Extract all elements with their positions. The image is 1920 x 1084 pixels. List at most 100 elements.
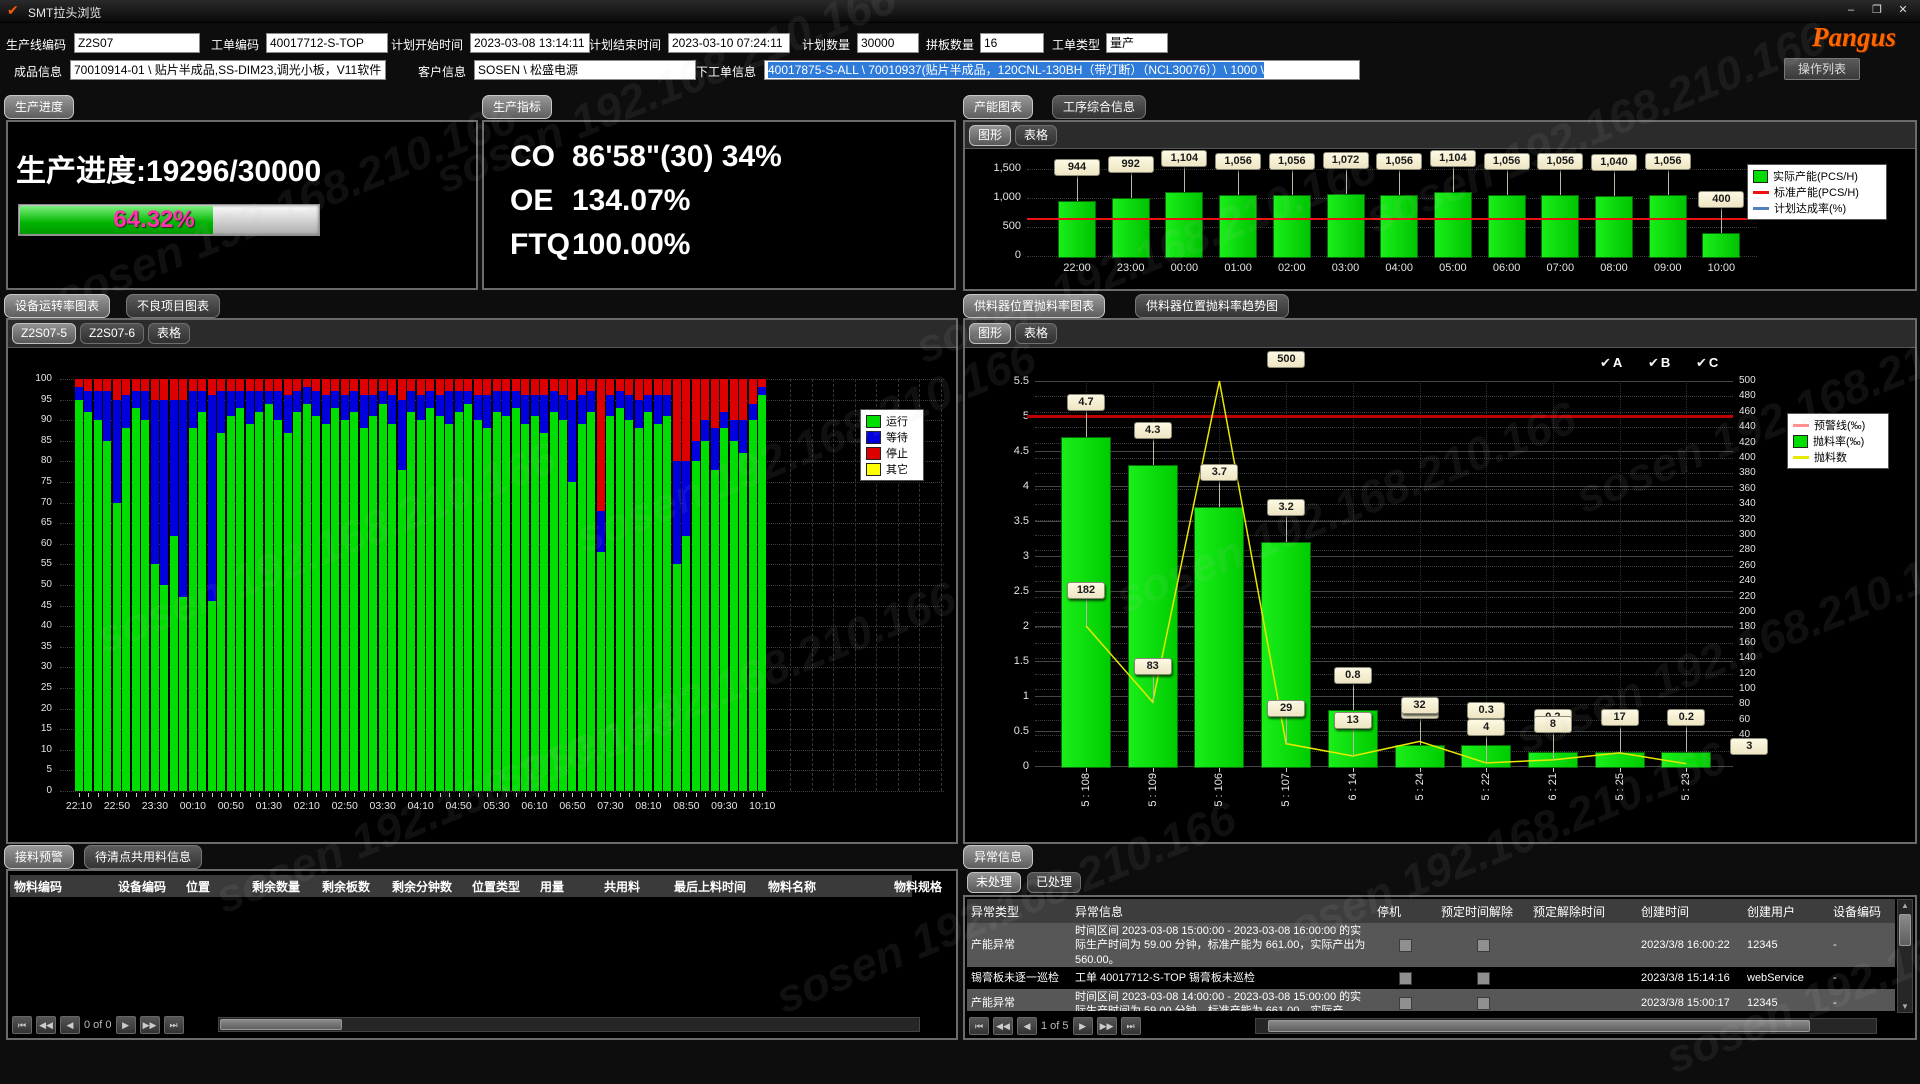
- abnormal-h-scrollbar[interactable]: [1255, 1018, 1877, 1034]
- abnormal-column-header[interactable]: 创建时间: [1637, 903, 1743, 920]
- subtab-capacity-table[interactable]: 表格: [1015, 125, 1057, 146]
- abnormal-table-row[interactable]: 锡膏板未逐一巡检工单 40017712-S-TOP 锡膏板未巡检2023/3/8…: [967, 967, 1895, 989]
- checkbox[interactable]: [1477, 972, 1490, 985]
- checkbox[interactable]: [1477, 997, 1490, 1010]
- tab-production-progress[interactable]: 生产进度: [4, 95, 74, 119]
- pager-next-icon[interactable]: ▶: [116, 1016, 136, 1034]
- scheduled-release-checkbox-cell[interactable]: [1437, 967, 1529, 989]
- stop-checkbox-cell[interactable]: [1373, 923, 1437, 967]
- stop-checkbox-cell[interactable]: [1373, 989, 1437, 1011]
- feeder-checkbox-b[interactable]: ✔B: [1648, 355, 1670, 371]
- subtab-line-z2s07-6[interactable]: Z2S07-6: [80, 323, 144, 344]
- pager-next2-icon[interactable]: ▶▶: [140, 1016, 160, 1034]
- tab-capacity-chart[interactable]: 产能图表: [963, 95, 1033, 119]
- panel-qty-input[interactable]: [980, 33, 1044, 53]
- pager-next2-icon[interactable]: ▶▶: [1097, 1017, 1117, 1035]
- equipment-bar-segment: [312, 379, 320, 391]
- pager-next-icon[interactable]: ▶: [1073, 1017, 1093, 1035]
- pager-first-icon[interactable]: ⏮: [969, 1017, 989, 1035]
- abnormal-column-header[interactable]: 异常信息: [1071, 903, 1373, 920]
- scheduled-release-checkbox-cell[interactable]: [1437, 989, 1529, 1011]
- subtab-handled[interactable]: 已处理: [1027, 872, 1081, 893]
- material-column-header[interactable]: 物料名称: [764, 878, 890, 895]
- abnormal-table-row[interactable]: 产能异常时间区间 2023-03-08 15:00:00 - 2023-03-0…: [967, 923, 1895, 967]
- tab-material-warning[interactable]: 接料预警: [4, 845, 74, 869]
- scroll-down-icon[interactable]: ▼: [1898, 1002, 1912, 1011]
- pager-first-icon[interactable]: ⏮: [12, 1016, 32, 1034]
- material-h-scrollbar[interactable]: [218, 1017, 920, 1032]
- abnormal-v-scrollbar-thumb[interactable]: [1899, 914, 1911, 946]
- subtab-feeder-table[interactable]: 表格: [1015, 323, 1057, 344]
- operation-list-button[interactable]: 操作列表: [1784, 58, 1860, 80]
- next-order-input[interactable]: 40017875-S-ALL \ 70010937(贴片半成品，120CNL-1…: [764, 60, 1360, 80]
- abnormal-column-header[interactable]: 预定时间解除: [1437, 903, 1529, 920]
- pager-last-icon[interactable]: ⏭: [164, 1016, 184, 1034]
- material-column-header[interactable]: 设备编码: [114, 878, 182, 895]
- tab-shared-material[interactable]: 待清点共用料信息: [84, 845, 202, 869]
- stop-checkbox-cell[interactable]: [1373, 967, 1437, 989]
- equipment-bar-segment: [341, 379, 349, 395]
- subtab-equipment-table[interactable]: 表格: [148, 323, 190, 344]
- subtab-line-z2s07-5[interactable]: Z2S07-5: [12, 323, 76, 344]
- abnormal-column-header[interactable]: 异常类型: [967, 903, 1071, 920]
- tab-defect-chart[interactable]: 不良项目图表: [126, 294, 220, 318]
- material-h-scrollbar-thumb[interactable]: [220, 1019, 342, 1030]
- abnormal-h-scrollbar-thumb[interactable]: [1268, 1020, 1810, 1032]
- line-code-input[interactable]: [74, 33, 200, 53]
- pager-prev2-icon[interactable]: ◀◀: [36, 1016, 56, 1034]
- pager-prev-icon[interactable]: ◀: [1017, 1017, 1037, 1035]
- subtab-feeder-graph[interactable]: 图形: [969, 323, 1011, 344]
- material-column-header[interactable]: 剩余板数: [318, 878, 388, 895]
- scheduled-release-checkbox-cell[interactable]: [1437, 923, 1529, 967]
- customer-info-input[interactable]: [474, 60, 696, 80]
- tab-feeder-trend-chart[interactable]: 供料器位置抛料率趋势图: [1135, 294, 1289, 318]
- tab-equipment-rate-chart[interactable]: 设备运转率图表: [4, 294, 110, 318]
- pager-prev-icon[interactable]: ◀: [60, 1016, 80, 1034]
- tab-feeder-rate-chart[interactable]: 供料器位置抛料率图表: [963, 294, 1105, 318]
- tab-abnormal-info[interactable]: 异常信息: [963, 845, 1033, 869]
- order-type-input[interactable]: [1106, 33, 1168, 53]
- feeder-checkbox-c[interactable]: ✔C: [1696, 355, 1718, 371]
- work-order-input[interactable]: [266, 33, 388, 53]
- product-info-input[interactable]: [70, 60, 386, 80]
- subtab-capacity-graph[interactable]: 图形: [969, 125, 1011, 146]
- material-column-header[interactable]: 位置: [182, 878, 248, 895]
- plan-end-input[interactable]: [668, 33, 790, 53]
- feeder-checkbox-a[interactable]: ✔A: [1600, 355, 1622, 371]
- material-column-header[interactable]: 位置类型: [468, 878, 536, 895]
- subtab-unhandled[interactable]: 未处理: [967, 872, 1021, 893]
- plan-qty-input[interactable]: [857, 33, 919, 53]
- pager-prev2-icon[interactable]: ◀◀: [993, 1017, 1013, 1035]
- abnormal-column-header[interactable]: 预定解除时间: [1529, 903, 1637, 920]
- checkbox[interactable]: [1399, 997, 1412, 1010]
- checkbox[interactable]: [1399, 972, 1412, 985]
- material-column-header[interactable]: 物料编码: [10, 878, 114, 895]
- restore-button[interactable]: ❐: [1864, 2, 1890, 19]
- tab-production-metrics[interactable]: 生产指标: [482, 95, 552, 119]
- minimize-button[interactable]: –: [1838, 2, 1864, 19]
- abnormal-column-header[interactable]: 创建用户: [1743, 903, 1829, 920]
- throw-count-line: [965, 347, 1911, 842]
- legend-item: 停止: [866, 445, 918, 461]
- abnormal-v-scrollbar[interactable]: ▲ ▼: [1897, 899, 1913, 1013]
- abnormal-table-row[interactable]: 产能异常时间区间 2023-03-08 14:00:00 - 2023-03-0…: [967, 989, 1895, 1011]
- checkbox[interactable]: [1399, 939, 1412, 952]
- equipment-bar-segment: [663, 379, 671, 395]
- checkbox[interactable]: [1477, 939, 1490, 952]
- pager-last-icon[interactable]: ⏭: [1121, 1017, 1141, 1035]
- abnormal-column-header[interactable]: 停机: [1373, 903, 1437, 920]
- material-column-header[interactable]: 剩余分钟数: [388, 878, 468, 895]
- close-button[interactable]: ✕: [1890, 2, 1916, 19]
- material-column-header[interactable]: 共用料: [600, 878, 670, 895]
- material-column-header[interactable]: 最后上料时间: [670, 878, 764, 895]
- equipment-bar-segment: [255, 379, 263, 391]
- x-tick-mark: [591, 793, 592, 797]
- plan-start-input[interactable]: [470, 33, 590, 53]
- equipment-bar-segment: [322, 379, 330, 395]
- material-column-header[interactable]: 用量: [536, 878, 600, 895]
- legend-label: 运行: [886, 413, 908, 429]
- abnormal-column-header[interactable]: 设备编码: [1829, 903, 1897, 920]
- material-column-header[interactable]: 剩余数量: [248, 878, 318, 895]
- scroll-up-icon[interactable]: ▲: [1898, 901, 1912, 910]
- tab-process-summary[interactable]: 工序综合信息: [1052, 95, 1146, 119]
